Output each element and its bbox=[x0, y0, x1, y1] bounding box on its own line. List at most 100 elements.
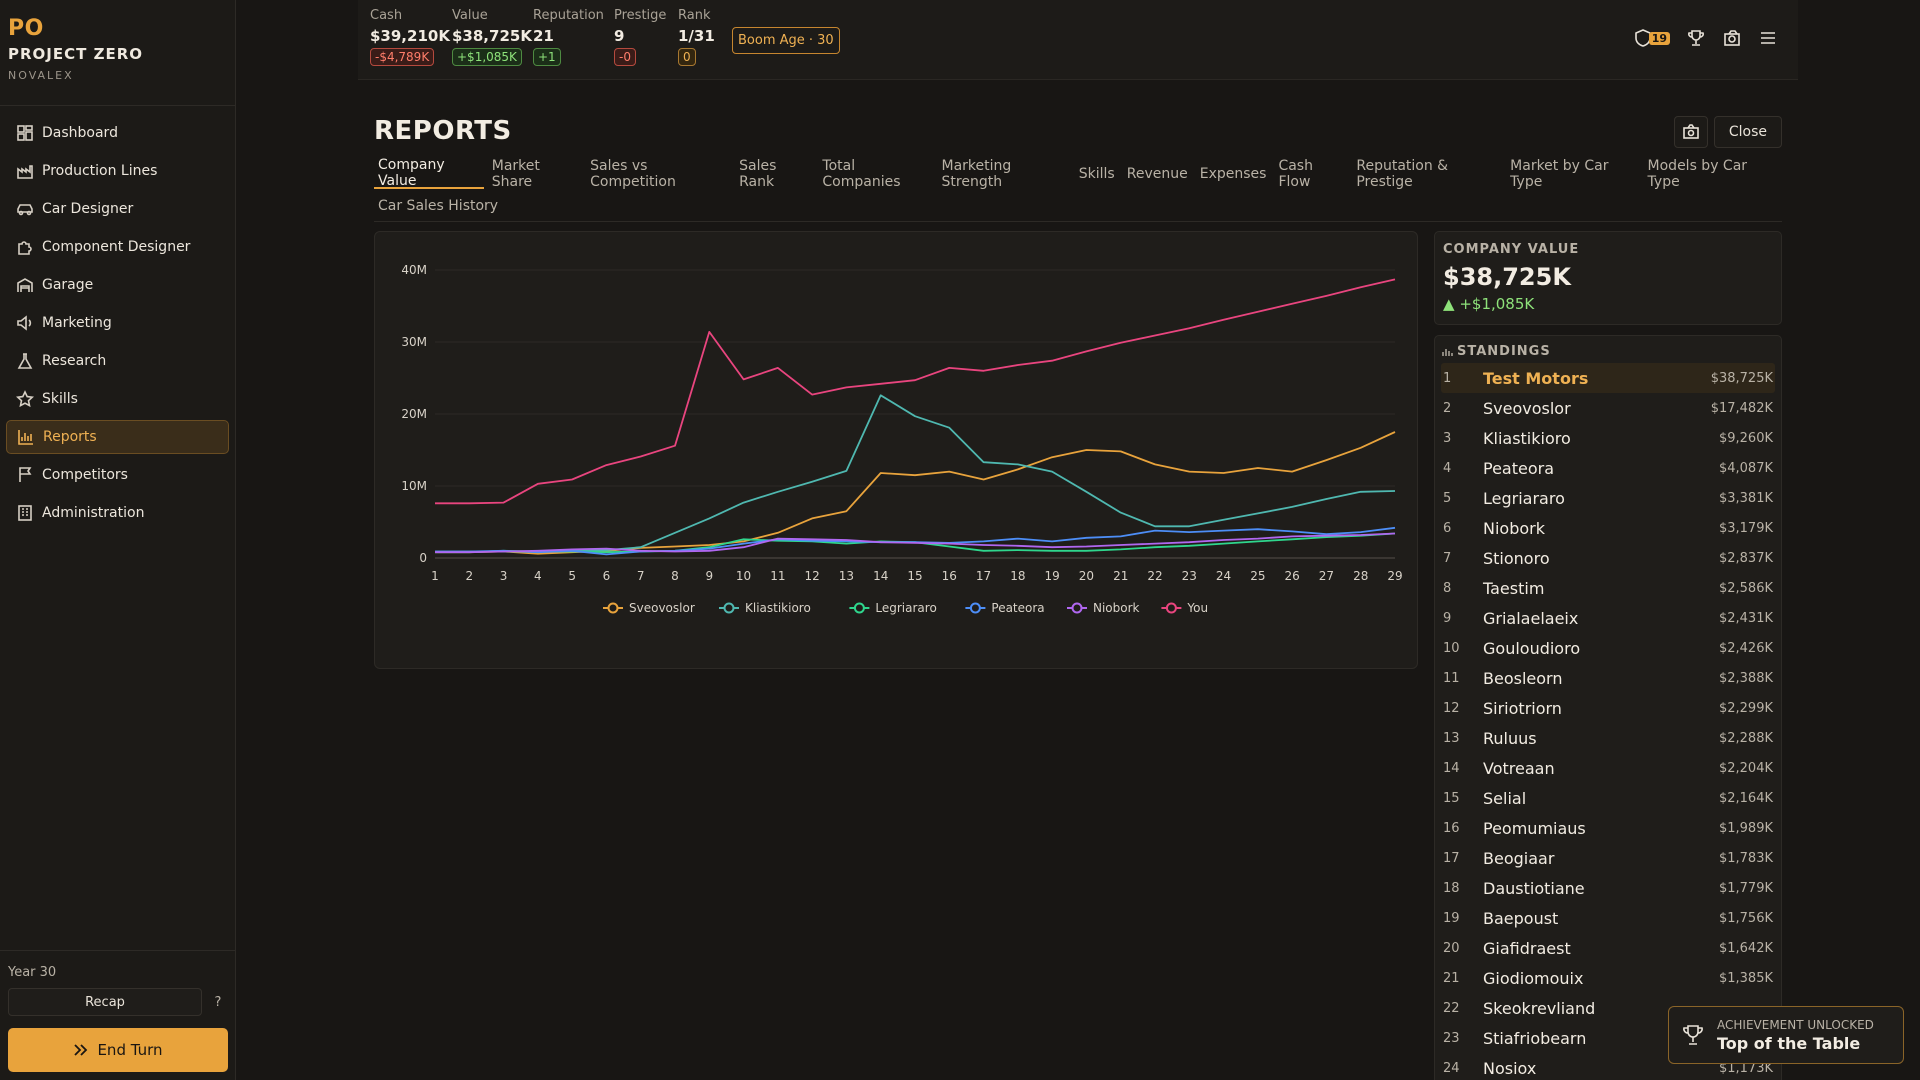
standings-row[interactable]: 13 Ruluus $2,288K bbox=[1441, 723, 1775, 753]
standings-name: Votreaan bbox=[1483, 758, 1555, 778]
nav-item-skills[interactable]: Skills bbox=[6, 382, 229, 416]
standings-row[interactable]: 21 Giodiomouix $1,385K bbox=[1441, 963, 1775, 993]
x-tick-label: 15 bbox=[907, 569, 922, 583]
tab-expenses[interactable]: Expenses bbox=[1196, 159, 1271, 189]
tab-models-by-car-type[interactable]: Models by Car Type bbox=[1644, 158, 1778, 190]
x-tick-label: 27 bbox=[1319, 569, 1334, 583]
nav-item-production-lines[interactable]: Production Lines bbox=[6, 154, 229, 188]
nav-item-administration[interactable]: Administration bbox=[6, 496, 229, 530]
end-turn-button[interactable]: End Turn bbox=[8, 1028, 228, 1072]
tab-skills[interactable]: Skills bbox=[1075, 159, 1119, 189]
legend-marker bbox=[1071, 602, 1083, 614]
standings-row[interactable]: 11 Beosleorn $2,388K bbox=[1441, 663, 1775, 693]
standings-rank: 2 bbox=[1443, 400, 1452, 416]
company-value-chart: 0 10M 20M 30M 40M 1 2 3 4 5 6 7 8 9 10 11 12 13 14 15 16 17 18… bbox=[374, 231, 1418, 669]
standings-rank: 4 bbox=[1443, 460, 1452, 476]
bar-chart-icon bbox=[1442, 348, 1453, 356]
nav-item-dashboard[interactable]: Dashboard bbox=[6, 116, 229, 150]
card-label: COMPANY VALUE bbox=[1443, 242, 1580, 257]
standings-row[interactable]: 14 Votreaan $2,204K bbox=[1441, 753, 1775, 783]
standings-row[interactable]: 20 Giafidraest $1,642K bbox=[1441, 933, 1775, 963]
nav-item-marketing[interactable]: Marketing bbox=[6, 306, 229, 340]
standings-row[interactable]: 7 Stionoro $2,837K bbox=[1441, 543, 1775, 573]
standings-rank: 9 bbox=[1443, 610, 1452, 626]
standings-rank: 16 bbox=[1443, 820, 1460, 836]
screenshot-icon[interactable] bbox=[1722, 28, 1742, 48]
megaphone-icon bbox=[17, 315, 32, 331]
tab-market-by-car-type[interactable]: Market by Car Type bbox=[1506, 158, 1639, 190]
tab-market-share[interactable]: Market Share bbox=[488, 158, 582, 190]
standings-row[interactable]: 6 Niobork $3,179K bbox=[1441, 513, 1775, 543]
dashboard-icon bbox=[17, 125, 33, 141]
standings-row[interactable]: 17 Beogiaar $1,783K bbox=[1441, 843, 1775, 873]
achievement-toast[interactable]: ACHIEVEMENT UNLOCKED Top of the Table bbox=[1668, 1006, 1904, 1064]
tab-cash-flow[interactable]: Cash Flow bbox=[1274, 158, 1348, 190]
tab-company-value[interactable]: Company Value bbox=[374, 157, 484, 189]
series-line-niobork bbox=[435, 532, 1396, 554]
trophy-icon[interactable] bbox=[1686, 28, 1706, 48]
standings-name: Selial bbox=[1483, 788, 1527, 808]
tab-marketing-strength[interactable]: Marketing Strength bbox=[938, 158, 1071, 190]
x-tick-label: 20 bbox=[1079, 569, 1094, 583]
menu-icon[interactable] bbox=[1758, 28, 1778, 48]
puzzle-icon bbox=[18, 241, 32, 255]
standings-title: STANDINGS bbox=[1457, 344, 1551, 359]
nav-label: Marketing bbox=[42, 315, 112, 331]
standings-name: Peomumiaus bbox=[1483, 818, 1586, 838]
legend-label: Peateora bbox=[991, 601, 1044, 615]
standings-value: $3,381K bbox=[1718, 490, 1773, 506]
standings-header: STANDINGS bbox=[1441, 344, 1775, 359]
x-tick-label: 14 bbox=[873, 569, 888, 583]
notifications-button[interactable]: 19 bbox=[1633, 28, 1670, 48]
standings-row[interactable]: 4 Peateora $4,087K bbox=[1441, 453, 1775, 483]
standings-name: Giodiomouix bbox=[1483, 968, 1584, 988]
standings-name: Giafidraest bbox=[1483, 938, 1571, 958]
standings-row[interactable]: 2 Sveovoslor $17,482K bbox=[1441, 393, 1775, 423]
standings-value: $2,164K bbox=[1718, 790, 1773, 806]
standings-value: $1,779K bbox=[1718, 880, 1773, 896]
tab-sales-vs-competition[interactable]: Sales vs Competition bbox=[586, 158, 731, 190]
help-button[interactable]: ? bbox=[208, 988, 228, 1016]
company-name: PROJECT ZERO bbox=[8, 45, 144, 63]
standings-row[interactable]: 1 Test Motors $38,725K bbox=[1441, 363, 1775, 393]
company-value: $38,725K bbox=[1443, 263, 1571, 291]
close-button[interactable]: Close bbox=[1713, 116, 1782, 148]
standings-row[interactable]: 18 Daustiotiane $1,779K bbox=[1441, 873, 1775, 903]
sidebar: PO PROJECT ZERO NOVALEX Dashboard Produc… bbox=[0, 0, 236, 1080]
flask-icon bbox=[17, 353, 33, 369]
nav-item-research[interactable]: Research bbox=[6, 344, 229, 378]
standings-rank: 7 bbox=[1443, 550, 1452, 566]
standings-row[interactable]: 19 Baepoust $1,756K bbox=[1441, 903, 1775, 933]
standings-row[interactable]: 3 Kliastikioro $9,260K bbox=[1441, 423, 1775, 453]
standings-row[interactable]: 9 Grialaelaeix $2,431K bbox=[1441, 603, 1775, 633]
nav-item-competitors[interactable]: Competitors bbox=[6, 458, 229, 492]
nav-label: Reports bbox=[43, 429, 97, 445]
tab-total-companies[interactable]: Total Companies bbox=[818, 158, 933, 190]
tab-car-sales-history[interactable]: Car Sales History bbox=[374, 191, 502, 221]
recap-button[interactable]: Recap bbox=[8, 988, 202, 1016]
tab-sales-rank[interactable]: Sales Rank bbox=[735, 158, 814, 190]
stat-label: Value bbox=[452, 8, 488, 23]
stat-prestige: Prestige 9 -0 bbox=[614, 8, 666, 66]
nav-item-reports[interactable]: Reports bbox=[6, 420, 229, 454]
garage-icon bbox=[17, 278, 33, 292]
standings-row[interactable]: 16 Peomumiaus $1,989K bbox=[1441, 813, 1775, 843]
screenshot-button[interactable] bbox=[1673, 116, 1708, 148]
nav-item-garage[interactable]: Garage bbox=[6, 268, 229, 302]
legend-label: Niobork bbox=[1093, 601, 1140, 615]
standings-row[interactable]: 8 Taestim $2,586K bbox=[1441, 573, 1775, 603]
page-title: REPORTS bbox=[374, 116, 512, 146]
x-tick-label: 8 bbox=[671, 569, 679, 583]
x-tick-label: 22 bbox=[1147, 569, 1162, 583]
standings-row[interactable]: 10 Gouloudioro $2,426K bbox=[1441, 633, 1775, 663]
standings-row[interactable]: 12 Siriotriorn $2,299K bbox=[1441, 693, 1775, 723]
nav-item-component-designer[interactable]: Component Designer bbox=[6, 230, 229, 264]
nav-item-car-designer[interactable]: Car Designer bbox=[6, 192, 229, 226]
standings-row[interactable]: 5 Legriararo $3,381K bbox=[1441, 483, 1775, 513]
x-tick-label: 4 bbox=[534, 569, 542, 583]
trophy-icon bbox=[1683, 1025, 1703, 1045]
stat-change: 0 bbox=[678, 48, 696, 66]
standings-row[interactable]: 15 Selial $2,164K bbox=[1441, 783, 1775, 813]
tab-revenue[interactable]: Revenue bbox=[1123, 159, 1192, 189]
tab-reputation-prestige[interactable]: Reputation & Prestige bbox=[1352, 158, 1502, 190]
